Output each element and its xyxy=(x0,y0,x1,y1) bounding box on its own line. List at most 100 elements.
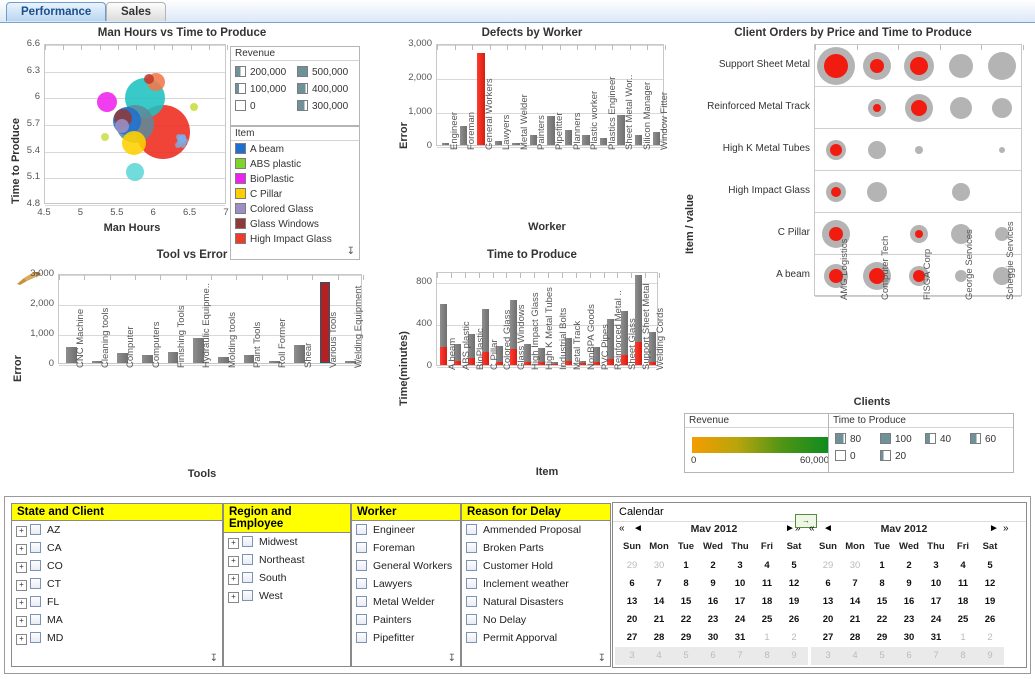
calendar-day[interactable]: 5 xyxy=(673,650,699,661)
filter-checkbox[interactable] xyxy=(30,632,41,643)
cal-next-button-right[interactable]: ► xyxy=(989,523,999,534)
filter-item[interactable]: + AZ xyxy=(12,521,222,539)
calendar-day[interactable]: 2 xyxy=(896,560,922,571)
calendar-day[interactable]: 15 xyxy=(673,596,699,607)
calendar-day[interactable]: 13 xyxy=(815,596,841,607)
filter-item[interactable]: + West xyxy=(224,587,350,605)
calendar-day[interactable]: 30 xyxy=(842,560,868,571)
scroll-indicator-icon[interactable]: ↧ xyxy=(598,653,606,664)
matrix-bubble-outer[interactable] xyxy=(951,183,970,201)
calendar-day[interactable]: 4 xyxy=(842,650,868,661)
item-legend-entry[interactable]: C Pillar xyxy=(235,187,355,202)
filter-checkbox[interactable] xyxy=(242,590,253,601)
calendar-day[interactable]: 12 xyxy=(781,578,807,589)
tab-sales[interactable]: Sales xyxy=(106,2,167,21)
calendar-day[interactable]: 22 xyxy=(869,614,895,625)
calendar-day[interactable]: 29 xyxy=(815,560,841,571)
calendar-day[interactable]: 28 xyxy=(842,632,868,643)
calendar-day[interactable]: 11 xyxy=(754,578,780,589)
tab-performance[interactable]: Performance xyxy=(6,2,107,21)
matrix-bubble-outer[interactable] xyxy=(949,97,972,119)
calendar-day[interactable]: 31 xyxy=(923,632,949,643)
calendar-day[interactable]: 6 xyxy=(619,578,645,589)
filter-checkbox[interactable] xyxy=(466,614,477,625)
calendar-day[interactable]: 30 xyxy=(700,632,726,643)
filter-items[interactable]: Engineer Foreman General Workers Lawyers Met… xyxy=(352,521,460,647)
expand-icon[interactable]: + xyxy=(16,562,27,573)
expand-icon[interactable]: + xyxy=(228,592,239,603)
item-legend-entry[interactable]: A beam xyxy=(235,142,355,157)
calendar-day[interactable]: 2 xyxy=(781,632,807,643)
bubble-point[interactable] xyxy=(180,142,187,149)
matrix-bubble-outer[interactable] xyxy=(988,52,1017,80)
calendar-day[interactable]: 10 xyxy=(727,578,753,589)
calendar-day[interactable]: 7 xyxy=(923,650,949,661)
matrix-bubble-outer[interactable] xyxy=(999,147,1006,153)
matrix-bubble-inner[interactable] xyxy=(915,230,923,238)
calendar-day[interactable]: 1 xyxy=(869,560,895,571)
item-legend-entry[interactable]: Glass Windows xyxy=(235,217,355,232)
calendar-day[interactable]: 24 xyxy=(727,614,753,625)
calendar-day[interactable]: 7 xyxy=(727,650,753,661)
cal-next-button-left[interactable]: ► xyxy=(785,523,795,534)
calendar-day[interactable]: 6 xyxy=(896,650,922,661)
calendar-day[interactable]: 7 xyxy=(646,578,672,589)
cal-last-button-right[interactable]: » xyxy=(1003,523,1009,534)
matrix-bubble-outer[interactable] xyxy=(992,98,1013,118)
filter-checkbox[interactable] xyxy=(30,560,41,571)
filter-item[interactable]: + MD xyxy=(12,629,222,647)
filter-checkbox[interactable] xyxy=(356,524,367,535)
expand-icon[interactable]: + xyxy=(16,580,27,591)
calendar-day[interactable]: 26 xyxy=(977,614,1003,625)
calendar-day[interactable]: 8 xyxy=(754,650,780,661)
bubble-point[interactable] xyxy=(190,103,199,112)
calendar-day[interactable]: 3 xyxy=(727,560,753,571)
expand-icon[interactable]: + xyxy=(16,526,27,537)
cal-prev-button-right[interactable]: ◄ xyxy=(823,523,833,534)
calendar-grid[interactable]: Sun Mon Tue Wed Thu Fri Sat 29 30 1 2 3 4 5 6 7 8 9 10 11 12… xyxy=(613,539,1026,665)
calendar-day[interactable]: 9 xyxy=(977,650,1003,661)
filter-item[interactable]: + Midwest xyxy=(224,533,350,551)
calendar-day[interactable]: 18 xyxy=(950,596,976,607)
calendar-day[interactable]: 5 xyxy=(869,650,895,661)
filter-items[interactable]: Ammended Proposal Broken Parts Customer Ho… xyxy=(462,521,610,647)
expand-icon[interactable]: + xyxy=(228,574,239,585)
calendar-day[interactable]: 1 xyxy=(950,632,976,643)
bubble-point[interactable] xyxy=(144,73,155,84)
calendar-day[interactable]: 8 xyxy=(869,578,895,589)
calendar-day[interactable]: 16 xyxy=(700,596,726,607)
bubble-point[interactable] xyxy=(115,118,130,133)
calendar-day[interactable]: 31 xyxy=(727,632,753,643)
calendar-day[interactable]: 9 xyxy=(781,650,807,661)
filter-checkbox[interactable] xyxy=(242,572,253,583)
calendar-day[interactable]: 29 xyxy=(869,632,895,643)
bubble-point[interactable] xyxy=(121,130,146,155)
calendar-day[interactable]: 25 xyxy=(950,614,976,625)
calendar-day[interactable]: 5 xyxy=(977,560,1003,571)
filter-checkbox[interactable] xyxy=(466,578,477,589)
filter-checkbox[interactable] xyxy=(356,632,367,643)
matrix-bubble-outer[interactable] xyxy=(915,146,923,154)
calendar-day[interactable]: 10 xyxy=(923,578,949,589)
calendar-day[interactable]: 19 xyxy=(977,596,1003,607)
calendar-day[interactable]: 4 xyxy=(646,650,672,661)
item-legend-entry[interactable]: BioPlastic xyxy=(235,172,355,187)
filter-item[interactable]: Natural Disasters xyxy=(462,593,610,611)
matrix-bubble-inner[interactable] xyxy=(823,54,848,78)
calendar-day[interactable]: 7 xyxy=(842,578,868,589)
bubble-plot-area[interactable] xyxy=(44,44,228,206)
filter-checkbox[interactable] xyxy=(356,578,367,589)
item-legend-entry[interactable]: High Impact Glass xyxy=(235,232,355,247)
calendar-day[interactable]: 25 xyxy=(754,614,780,625)
calendar-day[interactable]: 9 xyxy=(700,578,726,589)
calendar-day[interactable]: 23 xyxy=(896,614,922,625)
filter-checkbox[interactable] xyxy=(242,554,253,565)
item-legend-entry[interactable]: ABS plastic xyxy=(235,157,355,172)
filter-item[interactable]: Ammended Proposal xyxy=(462,521,610,539)
cal-first-button-left[interactable]: « xyxy=(619,523,625,534)
filter-item[interactable]: General Workers xyxy=(352,557,460,575)
calendar-day[interactable]: 11 xyxy=(950,578,976,589)
expand-icon[interactable]: + xyxy=(16,634,27,645)
filter-items[interactable]: + AZ + CA + CO + CT + FL + MA + MD xyxy=(12,521,222,647)
calendar-day[interactable]: 6 xyxy=(700,650,726,661)
